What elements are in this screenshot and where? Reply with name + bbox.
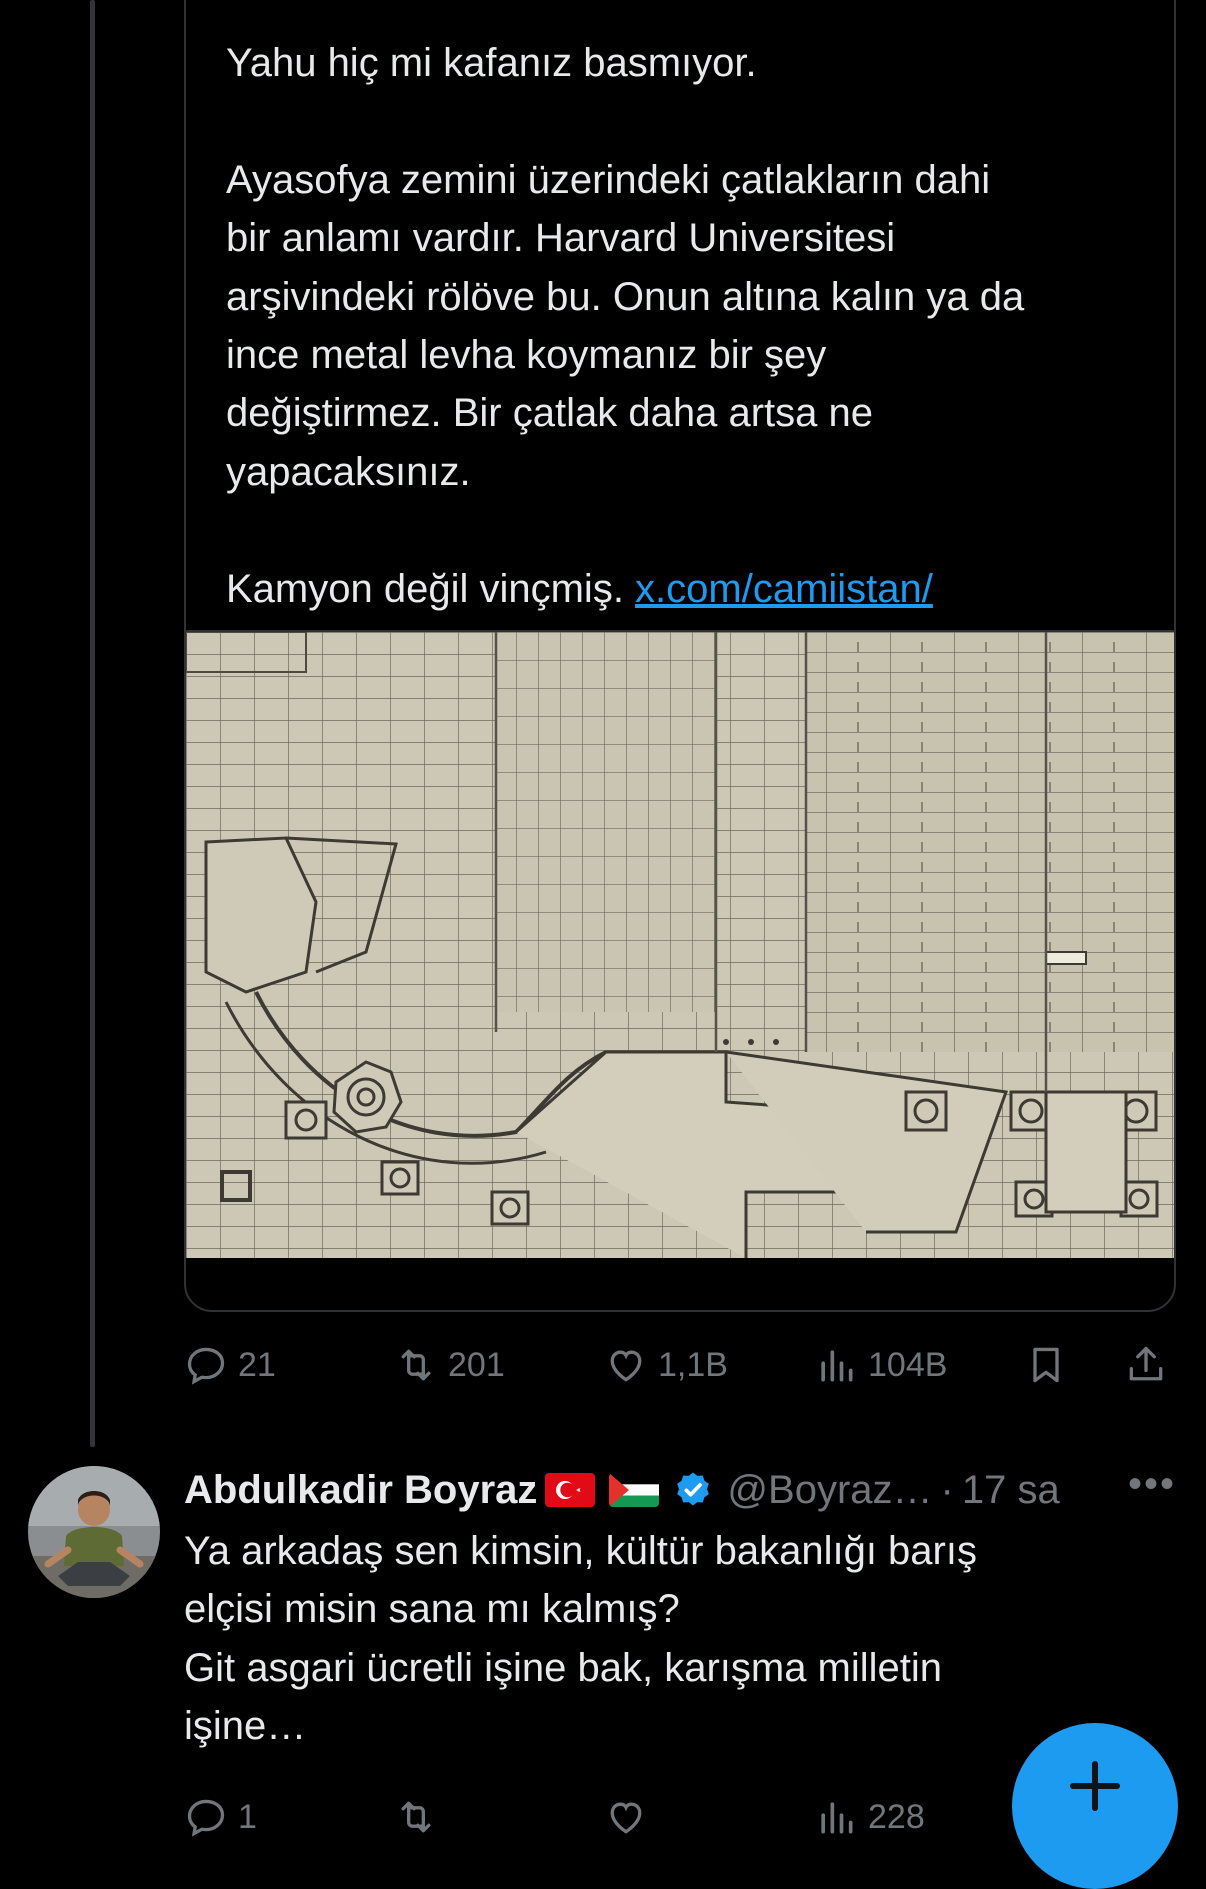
author-handle[interactable]: @Boyraz… <box>727 1468 932 1513</box>
compose-button[interactable] <box>1012 1723 1178 1889</box>
bookmark-icon <box>1033 1347 1059 1383</box>
heart-icon <box>610 1802 642 1834</box>
reply-icon <box>187 1799 225 1837</box>
reply-header: Abdulkadir Boyraz @Boyraz… · 17 sa <box>184 1460 1174 1520</box>
views-count: 104B <box>868 1345 948 1384</box>
repost-action[interactable]: 201 <box>394 1335 505 1395</box>
like-action[interactable] <box>604 1787 648 1847</box>
reply-action[interactable]: 1 <box>184 1787 257 1847</box>
verified-badge-icon <box>677 1472 710 1506</box>
tweet-media-floor-plan[interactable] <box>186 630 1174 1258</box>
reply-count: 21 <box>238 1345 276 1384</box>
views-icon <box>821 1350 853 1382</box>
repost-icon <box>401 1801 431 1833</box>
repost-action[interactable] <box>394 1787 438 1847</box>
repost-icon <box>401 1349 431 1381</box>
quoted-tweet-actions: 21 201 1,1B 104B <box>184 1335 1174 1395</box>
views-action[interactable]: 228 <box>814 1787 925 1847</box>
bookmark-action[interactable] <box>1024 1335 1068 1395</box>
link-part-1[interactable]: x.com/camiistan/ <box>635 567 933 611</box>
reply-count: 1 <box>238 1797 257 1836</box>
views-count: 228 <box>868 1797 925 1836</box>
dot-separator: · <box>940 1467 954 1512</box>
like-count: 1,1B <box>658 1345 728 1384</box>
more-options-icon[interactable]: ••• <box>1128 1462 1176 1507</box>
like-action[interactable]: 1,1B <box>604 1335 728 1395</box>
avatar-photo <box>28 1466 160 1598</box>
reply-action[interactable]: 21 <box>184 1335 276 1395</box>
repost-count: 201 <box>448 1345 505 1384</box>
avatar[interactable] <box>28 1466 160 1598</box>
plus-icon <box>1070 1761 1120 1811</box>
quoted-tweet-text: Yahu hiç mi kafanız basmıyor. Ayasofya z… <box>226 34 1146 676</box>
author-name[interactable]: Abdulkadir Boyraz <box>184 1468 537 1513</box>
thread-line <box>90 0 95 1447</box>
share-action[interactable] <box>1124 1335 1168 1395</box>
heart-icon <box>610 1350 642 1382</box>
reply-tweet-text: Ya arkadaş sen kimsin, kültür bakanlığı … <box>184 1529 977 1749</box>
views-action[interactable]: 104B <box>814 1335 947 1395</box>
quoted-tweet-body: Yahu hiç mi kafanız basmıyor. Ayasofya z… <box>226 41 1025 611</box>
share-icon <box>1129 1346 1163 1381</box>
reply-icon <box>187 1347 225 1385</box>
floor-plan-image <box>186 631 1174 1258</box>
quoted-tweet-card[interactable]: Yahu hiç mi kafanız basmıyor. Ayasofya z… <box>184 0 1176 1312</box>
palestine-flag-icon <box>609 1473 660 1507</box>
views-icon <box>821 1802 853 1834</box>
timestamp[interactable]: 17 sa <box>962 1468 1060 1513</box>
turkey-flag-icon <box>545 1473 596 1507</box>
